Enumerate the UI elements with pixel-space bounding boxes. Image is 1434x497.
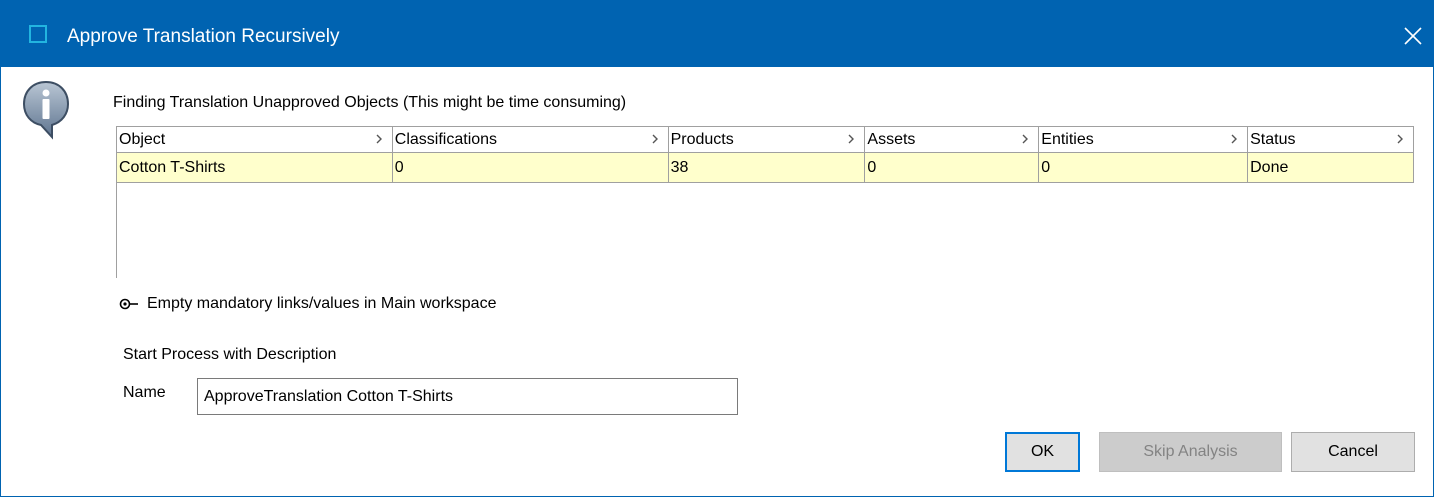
name-input[interactable] <box>197 378 738 415</box>
close-icon <box>1404 27 1422 45</box>
window-title: Approve Translation Recursively <box>67 26 340 47</box>
cell-classifications: 0 <box>393 153 669 182</box>
window-icon <box>29 25 47 43</box>
column-header-label: Products <box>670 131 734 148</box>
column-header-label: Classifications <box>394 131 498 148</box>
column-header-label: Object <box>119 131 166 148</box>
info-bubble-icon <box>22 80 70 140</box>
cell-assets: 0 <box>865 153 1040 182</box>
chevron-right-icon <box>1022 134 1029 144</box>
cell-object: Cotton T-Shirts <box>117 153 393 182</box>
column-header-status[interactable]: Status <box>1248 127 1414 152</box>
mandatory-links-label: Empty mandatory links/values in Main wor… <box>147 295 497 312</box>
chevron-right-icon <box>1231 134 1238 144</box>
table-row[interactable]: Cotton T-Shirts 0 38 0 0 Done <box>117 153 1414 183</box>
ok-button[interactable]: OK <box>1005 432 1080 472</box>
column-header-label: Status <box>1250 131 1296 148</box>
column-header-classifications[interactable]: Classifications <box>392 127 669 152</box>
name-label: Name <box>123 384 166 401</box>
column-header-object[interactable]: Object <box>117 127 393 152</box>
cell-entities: 0 <box>1039 153 1249 182</box>
column-header-assets[interactable]: Assets <box>865 127 1040 152</box>
column-header-label: Entities <box>1041 131 1094 148</box>
chevron-right-icon <box>652 134 658 144</box>
column-header-label: Assets <box>867 131 916 148</box>
table-header: Object Classifications Products Assets E… <box>117 126 1414 153</box>
close-button[interactable] <box>1391 18 1434 54</box>
column-header-entities[interactable]: Entities <box>1039 127 1249 152</box>
title-bar[interactable]: Approve Translation Recursively <box>1 0 1434 67</box>
process-section-label: Start Process with Description <box>123 346 337 363</box>
cell-status: Done <box>1248 153 1414 182</box>
key-icon <box>119 298 138 310</box>
dialog-window: Approve Translation Recursively Finding … <box>0 0 1434 497</box>
cancel-button[interactable]: Cancel <box>1291 432 1415 472</box>
column-header-products[interactable]: Products <box>668 127 866 152</box>
mandatory-links-link[interactable]: Empty mandatory links/values in Main wor… <box>119 294 496 314</box>
skip-analysis-button[interactable]: Skip Analysis <box>1099 432 1282 472</box>
chevron-right-icon <box>1397 134 1403 144</box>
chevron-right-icon <box>376 134 382 144</box>
cell-products: 38 <box>669 153 866 182</box>
results-table: Object Classifications Products Assets E… <box>116 126 1414 278</box>
analysis-heading: Finding Translation Unapproved Objects (… <box>113 94 627 111</box>
chevron-right-icon <box>848 134 855 144</box>
